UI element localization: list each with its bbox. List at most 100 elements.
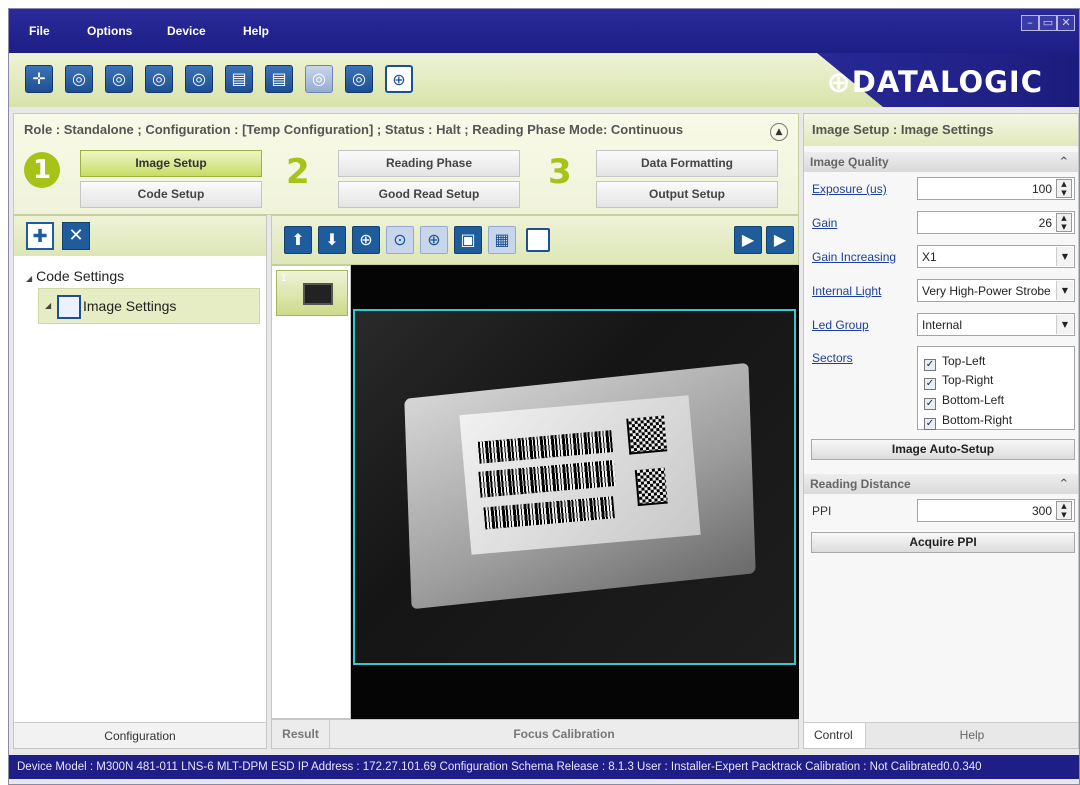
roi-icon[interactable] bbox=[526, 228, 550, 252]
step-icon[interactable]: ▶ bbox=[766, 226, 794, 254]
datalogic-logo: ⊕DATALOGIC bbox=[826, 65, 1043, 99]
tree-item-label: Image Settings bbox=[83, 298, 177, 314]
gain-increasing-select[interactable]: X1 ▼ bbox=[917, 245, 1075, 268]
properties-panel: Image Setup : Image Settings Image Quali… bbox=[803, 113, 1079, 749]
center-tabs: Result Focus Calibration bbox=[271, 719, 799, 749]
output-setup-button[interactable]: Output Setup bbox=[596, 181, 778, 208]
tab-focus-calibration[interactable]: Focus Calibration bbox=[330, 720, 798, 748]
image-auto-setup-button[interactable]: Image Auto-Setup bbox=[811, 439, 1075, 460]
region-of-interest[interactable] bbox=[353, 309, 796, 665]
close-icon[interactable]: ✕ bbox=[1057, 15, 1075, 31]
step-1-badge: 1 bbox=[24, 152, 60, 188]
image-toolbar: ⬆ ⬇ ⊕ ⊙ ⊕ ▣ ▦ ▶ ▶ bbox=[271, 215, 799, 265]
section-reading-distance[interactable]: Reading Distance ^ bbox=[804, 474, 1078, 494]
datamatrix-code bbox=[626, 415, 668, 455]
configuration-toolbar: ✚ ✕ bbox=[14, 216, 266, 256]
camera-light-icon[interactable]: ◎ bbox=[305, 65, 333, 93]
window-controls: – ▭ ✕ bbox=[1021, 15, 1075, 31]
code-setup-button[interactable]: Code Setup bbox=[80, 181, 262, 208]
camera-list-icon[interactable]: ◎ bbox=[345, 65, 373, 93]
spinner-icon[interactable]: ▲ ▼ bbox=[1056, 213, 1072, 232]
save-image-icon[interactable]: ▣ bbox=[454, 226, 482, 254]
sector-bottom-right-checkbox[interactable]: ✓ Bottom-Right bbox=[924, 413, 1012, 430]
sectors-label[interactable]: Sectors bbox=[812, 351, 853, 365]
expand-icon[interactable]: ◢ bbox=[26, 274, 32, 283]
chevron-down-icon[interactable]: ▼ bbox=[1056, 247, 1073, 266]
sector-top-left-checkbox[interactable]: ✓ Top-Left bbox=[924, 354, 985, 371]
zoom-in-icon[interactable]: ⊕ bbox=[352, 226, 380, 254]
ppi-stepper[interactable]: 300 ▲ ▼ bbox=[917, 499, 1075, 522]
internal-light-select[interactable]: Very High-Power Strobed ▼ bbox=[917, 279, 1075, 302]
export-icon[interactable]: ▤ bbox=[225, 65, 253, 93]
status-bar: Device Model : M300N 481-011 LNS-6 MLT-D… bbox=[9, 755, 1079, 779]
exposure-label[interactable]: Exposure (us) bbox=[812, 182, 887, 196]
menu-help[interactable]: Help bbox=[243, 24, 269, 38]
section-image-quality[interactable]: Image Quality ^ bbox=[804, 152, 1078, 172]
grid-icon[interactable]: ▦ bbox=[488, 226, 516, 254]
camera-out-icon[interactable]: ◎ bbox=[145, 65, 173, 93]
arrow-up-icon[interactable]: ⬆ bbox=[284, 226, 312, 254]
gain-increasing-label[interactable]: Gain Increasing bbox=[812, 250, 896, 264]
tab-configuration[interactable]: Configuration bbox=[14, 722, 266, 748]
acquire-ppi-button[interactable]: Acquire PPI bbox=[811, 532, 1075, 553]
spinner-icon[interactable]: ▲ ▼ bbox=[1056, 179, 1072, 198]
image-thumbnails: 1 bbox=[271, 265, 351, 719]
good-read-setup-button[interactable]: Good Read Setup bbox=[338, 181, 520, 208]
save-icon[interactable]: ▤ bbox=[265, 65, 293, 93]
collapse-icon[interactable]: ▲ bbox=[770, 123, 788, 141]
menu-device[interactable]: Device bbox=[167, 24, 206, 38]
checkmark-icon: ✓ bbox=[924, 378, 936, 390]
internal-light-label[interactable]: Internal Light bbox=[812, 284, 881, 298]
led-group-select[interactable]: Internal ▼ bbox=[917, 313, 1075, 336]
minimize-icon[interactable]: – bbox=[1021, 15, 1039, 31]
tree-code-settings[interactable]: ◢ Code Settings bbox=[26, 268, 124, 284]
zoom-fit-icon[interactable]: ⊕ bbox=[420, 226, 448, 254]
play-icon[interactable]: ▶ bbox=[734, 226, 762, 254]
reading-phase-button[interactable]: Reading Phase bbox=[338, 150, 520, 177]
camera-image-view[interactable] bbox=[351, 265, 799, 719]
spinner-icon[interactable]: ▲ ▼ bbox=[1056, 501, 1072, 520]
sector-top-right-checkbox[interactable]: ✓ Top-Right bbox=[924, 373, 993, 390]
step-2-badge: 2 bbox=[286, 152, 310, 192]
tab-result[interactable]: Result bbox=[272, 720, 330, 748]
image-thumbnail[interactable]: 1 bbox=[276, 270, 348, 316]
arrow-down-icon[interactable]: ⬇ bbox=[318, 226, 346, 254]
menu-options[interactable]: Options bbox=[87, 24, 132, 38]
role-status-text: Role : Standalone ; Configuration : [Tem… bbox=[24, 122, 684, 137]
sector-bottom-left-checkbox[interactable]: ✓ Bottom-Left bbox=[924, 393, 1004, 410]
barcode-label-image bbox=[459, 395, 701, 555]
panel-title: Image Setup : Image Settings bbox=[804, 114, 1078, 146]
camera-save-icon[interactable]: ◎ bbox=[185, 65, 213, 93]
camera-icon[interactable]: ◎ bbox=[65, 65, 93, 93]
tab-help[interactable]: Help bbox=[866, 723, 1078, 748]
data-formatting-button[interactable]: Data Formatting bbox=[596, 150, 778, 177]
zoom-100-icon[interactable]: ⊙ bbox=[386, 226, 414, 254]
tree-image-settings[interactable]: ◢ Image Settings bbox=[38, 288, 260, 324]
connect-icon[interactable]: ✛ bbox=[25, 65, 53, 93]
configuration-panel: ✚ ✕ ◢ Code Settings ◢ Image Settings Conf… bbox=[13, 215, 267, 749]
image-setup-button[interactable]: Image Setup bbox=[80, 150, 262, 177]
gain-stepper[interactable]: 26 ▲ ▼ bbox=[917, 211, 1075, 234]
thumbnail-number: 1 bbox=[281, 273, 287, 284]
chevron-down-icon[interactable]: ▼ bbox=[1056, 315, 1073, 334]
delete-icon[interactable]: ✕ bbox=[62, 222, 90, 250]
sectors-list: ✓ Top-Left ✓ Top-Right ✓ Bottom-Left ✓ Botto… bbox=[917, 346, 1075, 430]
qr-code bbox=[634, 467, 668, 507]
menu-file[interactable]: File bbox=[29, 24, 50, 38]
camera-add-icon[interactable]: ◎ bbox=[105, 65, 133, 93]
chevron-down-icon[interactable]: ▼ bbox=[1056, 281, 1073, 300]
chevron-up-icon[interactable]: ^ bbox=[1060, 474, 1068, 494]
image-icon bbox=[57, 295, 81, 319]
maximize-icon[interactable]: ▭ bbox=[1039, 15, 1057, 31]
exposure-stepper[interactable]: 100 ▲ ▼ bbox=[917, 177, 1075, 200]
chevron-up-icon[interactable]: ^ bbox=[1060, 152, 1068, 172]
checkmark-icon: ✓ bbox=[924, 398, 936, 410]
led-group-label[interactable]: Led Group bbox=[812, 318, 869, 332]
right-tabs: Control Help bbox=[804, 722, 1078, 748]
add-icon[interactable]: ✚ bbox=[26, 222, 54, 250]
barcode-pdf bbox=[478, 459, 617, 498]
gain-label[interactable]: Gain bbox=[812, 216, 837, 230]
tab-control[interactable]: Control bbox=[804, 723, 866, 748]
crosshair-icon[interactable]: ⊕ bbox=[385, 65, 413, 93]
expand-icon[interactable]: ◢ bbox=[45, 301, 51, 310]
